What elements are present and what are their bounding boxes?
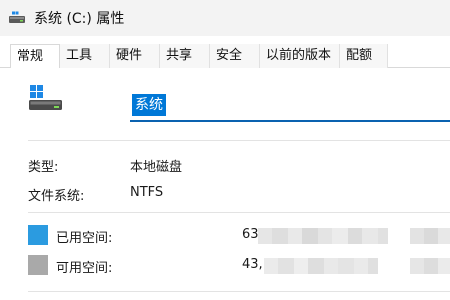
volume-name-selection: 系统 [132,94,166,116]
tab-tools[interactable]: 工具 [60,44,110,68]
free-space-label: 可用空间: [56,261,113,276]
type-value: 本地磁盘 [130,160,183,175]
tab-hardware[interactable]: 硬件 [110,44,160,68]
used-space-label: 已用空间: [56,231,113,246]
general-tab-panel: 系统 类型: 本地磁盘 文件系统: NTFS 已用空间: 63 可用空间: 43… [0,68,450,300]
file-system-value: NTFS [130,185,164,200]
redacted-value [410,228,450,244]
divider [28,140,450,141]
type-label: 类型: [28,160,59,175]
used-space-value: 63 [242,227,259,242]
redacted-value [264,258,378,274]
divider [28,212,450,213]
tab-previous-versions[interactable]: 以前的版本 [260,44,340,68]
tab-sharing[interactable]: 共享 [160,44,210,68]
divider [28,291,450,292]
volume-name-input[interactable]: 系统 [130,90,450,122]
tab-general[interactable]: 常规 [10,44,60,69]
free-space-swatch [28,255,48,275]
free-space-value: 43, [242,257,263,272]
drive-icon [8,10,26,26]
windows-drive-icon [28,84,64,114]
title-bar: 系统 (C:) 属性 [0,0,450,36]
redacted-value [410,258,450,274]
file-system-label: 文件系统: [28,189,85,204]
redacted-value [258,228,388,244]
tab-quota[interactable]: 配额 [340,44,388,68]
used-space-swatch [28,225,48,245]
tab-strip: 常规 工具 硬件 共享 安全 以前的版本 配额 [0,44,450,69]
tab-security[interactable]: 安全 [210,44,260,68]
window-title: 系统 (C:) 属性 [34,11,125,27]
